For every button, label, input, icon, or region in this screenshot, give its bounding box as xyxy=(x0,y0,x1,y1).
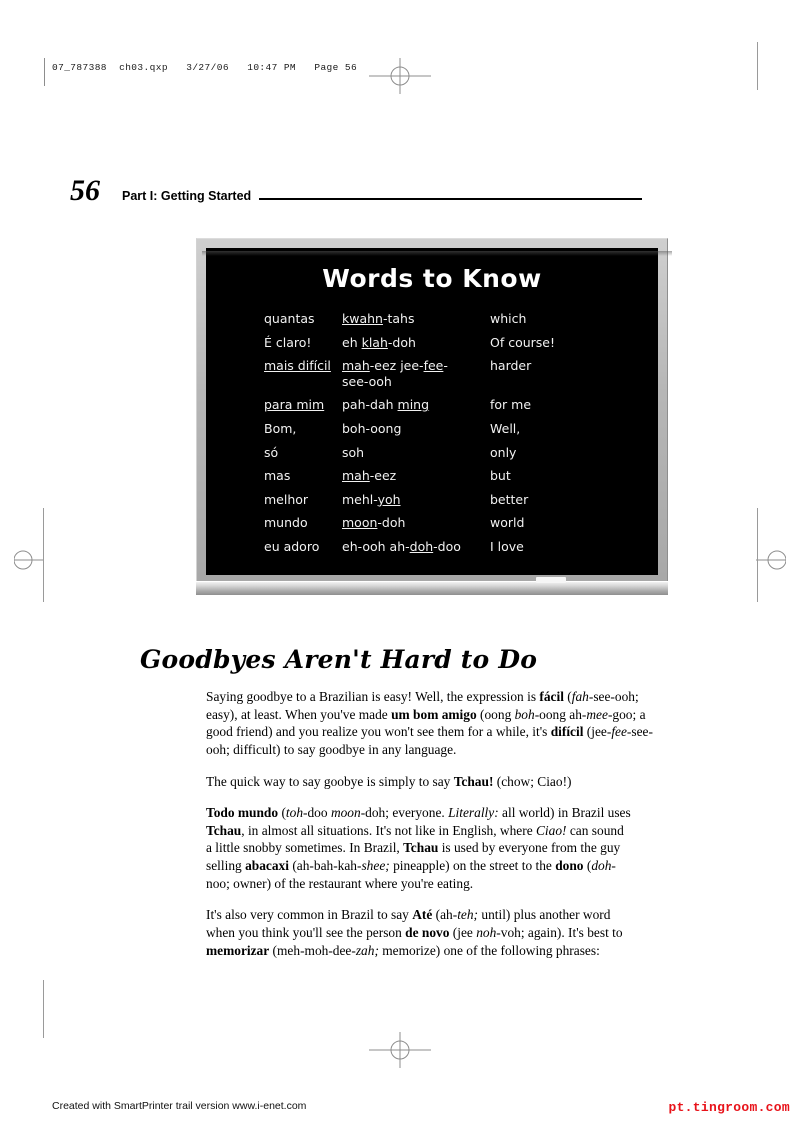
vocab-term: quantas xyxy=(264,311,315,327)
running-head-title: Part I: Getting Started xyxy=(122,189,252,203)
page-number: 56 xyxy=(70,174,100,207)
vocabulary-row: melhor mehl-yoh better xyxy=(206,488,658,512)
chalk-stick-icon xyxy=(536,576,566,583)
vocab-pronunciation: eh-ooh ah-doh-doo xyxy=(342,539,461,555)
text-line: Tchau, in almost all situations. It's no… xyxy=(206,822,624,838)
paragraph-4: It's also very common in Brazil to say A… xyxy=(206,906,655,958)
vocab-pronunciation: mehl-yoh xyxy=(342,491,401,507)
running-head-rule xyxy=(259,198,643,200)
section-heading: Goodbyes Aren't Hard to Do xyxy=(140,645,538,674)
vocabulary-row: para mim pah-dah ming for me xyxy=(206,393,658,417)
trim-line-left-lower xyxy=(43,980,44,1038)
vocab-pronunciation: mah-eez jee-fee-see-ooh xyxy=(342,358,448,389)
body-text-column: Saying goodbye to a Brazilian is easy! W… xyxy=(206,688,655,958)
vocab-pronunciation: mah-eez xyxy=(342,468,397,484)
vocab-pronunciation: moon-doh xyxy=(342,515,406,531)
paragraph-1: Saying goodbye to a Brazilian is easy! W… xyxy=(206,689,653,757)
text-line: noo; owner) of the restaurant where you'… xyxy=(206,875,474,891)
text-line: a little snobby sometimes. In Brazil, Tc… xyxy=(206,840,621,856)
text-line: It's also very common in Brazil to say A… xyxy=(206,907,611,923)
blackboard-title: Words to Know xyxy=(322,264,542,293)
vocabulary-table: quantas kwahn-tahs which É claro! eh klah-do… xyxy=(206,307,658,559)
vocab-meaning: Well, xyxy=(490,420,521,436)
vocab-term: É claro! xyxy=(264,334,312,350)
blackboard-shadow xyxy=(202,251,672,256)
paragraph-3: Todo mundo (toh-doo moon-doh; everyone. … xyxy=(206,804,655,892)
slug-divider-rule xyxy=(44,58,45,86)
vocab-pronunciation: pah-dah ming xyxy=(342,397,430,413)
vocab-meaning: I love xyxy=(490,539,524,555)
vocab-pronunciation: soh xyxy=(342,444,365,460)
blackboard-surface: Words to Know quantas kwahn-tahs which É cl… xyxy=(206,248,658,575)
smartprinter-watermark: Created with SmartPrinter trail version … xyxy=(52,1100,307,1112)
site-watermark: pt.tingroom.com xyxy=(668,1100,790,1115)
vocab-term: só xyxy=(264,444,279,460)
text-line: when you think you'll see the person de … xyxy=(206,924,623,940)
vocab-term: mais difícil xyxy=(264,358,331,374)
vocab-pronunciation: eh klah-doh xyxy=(342,334,416,350)
vocab-term: melhor xyxy=(264,491,309,507)
chalk-tray xyxy=(196,576,668,595)
vocab-meaning: Of course! xyxy=(490,334,556,350)
vocab-meaning: only xyxy=(490,444,517,460)
vocab-meaning: better xyxy=(490,491,529,507)
text-line: Todo mundo (toh-doo moon-doh; everyone. … xyxy=(206,805,631,821)
registration-mark-left xyxy=(14,542,44,578)
vocab-meaning: world xyxy=(490,515,525,531)
vocab-meaning: for me xyxy=(490,397,532,413)
blackboard-frame: Words to Know quantas kwahn-tahs which É cl… xyxy=(196,238,668,581)
prepress-slug: 07_787388 ch03.qxp 3/27/06 10:47 PM Page… xyxy=(52,62,358,73)
vocab-meaning: which xyxy=(490,311,527,327)
vocab-pronunciation: kwahn-tahs xyxy=(342,311,415,327)
vocabulary-row: mais difícil mah-eez jee-fee-see-ooh harde… xyxy=(206,354,658,393)
vocabulary-row: eu adoro eh-ooh ah-doh-doo I love xyxy=(206,535,658,559)
vocabulary-row: mundo moon-doh world xyxy=(206,511,658,535)
paragraph-2: The quick way to say goobye is simply to… xyxy=(206,773,572,789)
vocabulary-row: É claro! eh klah-doh Of course! xyxy=(206,331,658,355)
vocabulary-row: quantas kwahn-tahs which xyxy=(206,307,658,331)
running-head: 56 Part I: Getting Started xyxy=(70,176,670,206)
trim-line-right xyxy=(757,508,758,602)
vocabulary-row: só soh only xyxy=(206,440,658,464)
vocabulary-row: Bom, boh-oong Well, xyxy=(206,417,658,441)
vocab-term: eu adoro xyxy=(264,539,320,555)
trim-line-left xyxy=(43,508,44,602)
vocab-term: mundo xyxy=(264,515,308,531)
text-line: selling abacaxi (ah-bah-kah-shee; pineap… xyxy=(206,858,616,873)
trim-line-right-upper xyxy=(757,42,758,90)
vocab-meaning: harder xyxy=(490,358,532,374)
vocabulary-row: mas mah-eez but xyxy=(206,464,658,488)
vocab-term: mas xyxy=(264,468,291,484)
registration-mark-right xyxy=(756,542,786,578)
vocab-term: Bom, xyxy=(264,420,297,436)
vocab-pronunciation: boh-oong xyxy=(342,420,402,436)
vocab-term: para mim xyxy=(264,397,325,413)
registration-mark-top xyxy=(369,58,431,94)
vocab-meaning: but xyxy=(490,468,511,484)
registration-mark-bottom xyxy=(369,1032,431,1068)
words-to-know-blackboard: Words to Know quantas kwahn-tahs which É cl… xyxy=(196,238,672,595)
text-line: memorizar (meh-moh-dee-zah; memorize) on… xyxy=(206,942,600,958)
